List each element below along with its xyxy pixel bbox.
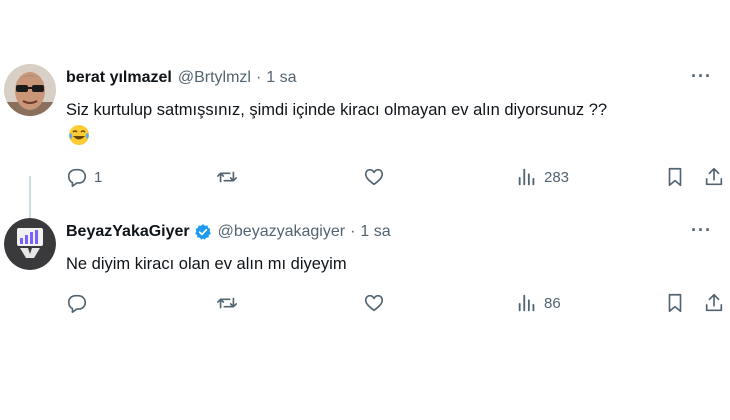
separator-dot: · bbox=[350, 223, 356, 240]
avatar-photo-icon bbox=[4, 64, 56, 116]
more-options-button[interactable]: ··· bbox=[691, 220, 712, 241]
tweet-actions: 1 283 bbox=[66, 166, 730, 192]
views-count: 86 bbox=[544, 294, 561, 312]
share-icon bbox=[705, 167, 723, 186]
reply-icon bbox=[67, 294, 87, 313]
retweet-button[interactable] bbox=[216, 166, 244, 188]
more-options-button[interactable]: ··· bbox=[691, 66, 712, 87]
avatar[interactable] bbox=[4, 218, 56, 270]
share-button[interactable] bbox=[703, 292, 725, 314]
share-icon bbox=[705, 293, 723, 312]
heart-icon bbox=[364, 168, 384, 186]
views-button[interactable]: 86 bbox=[516, 292, 561, 314]
tweet-header: BeyazYakaGiyer @beyazyakagiyer · 1 sa bbox=[66, 223, 391, 241]
tweet-text: Ne diyim kiracı olan ev alın mı diyeyim bbox=[66, 255, 347, 273]
bookmark-button[interactable] bbox=[664, 166, 686, 188]
tweet-text: Siz kurtulup satmışsınız, şimdi içinde k… bbox=[66, 101, 608, 119]
bookmark-button[interactable] bbox=[664, 292, 686, 314]
share-button[interactable] bbox=[703, 166, 725, 188]
retweet-icon bbox=[217, 297, 237, 309]
author-name[interactable]: BeyazYakaGiyer bbox=[66, 223, 190, 241]
reply-button[interactable]: 1 bbox=[66, 166, 102, 188]
views-chart-icon bbox=[518, 294, 535, 312]
retweet-icon bbox=[217, 171, 237, 183]
author-handle[interactable]: @Brtylmzl bbox=[178, 69, 251, 87]
views-chart-icon bbox=[518, 168, 535, 186]
views-count: 283 bbox=[544, 168, 570, 186]
author-name[interactable]: berat yılmazel bbox=[66, 69, 172, 87]
timestamp[interactable]: 1 sa bbox=[360, 223, 390, 241]
timestamp[interactable]: 1 sa bbox=[266, 69, 296, 87]
reply-button[interactable] bbox=[66, 292, 94, 314]
retweet-button[interactable] bbox=[216, 292, 244, 314]
like-button[interactable] bbox=[363, 166, 391, 188]
tweet-actions: 86 bbox=[66, 292, 730, 318]
views-button[interactable]: 283 bbox=[516, 166, 569, 188]
tweet-header: berat yılmazel @Brtylmzl · 1 sa bbox=[66, 69, 297, 87]
like-button[interactable] bbox=[363, 292, 391, 314]
author-handle[interactable]: @beyazyakagiyer bbox=[218, 223, 345, 241]
reply-icon bbox=[67, 168, 87, 187]
heart-icon bbox=[364, 294, 384, 312]
bookmark-icon bbox=[668, 167, 682, 187]
verified-badge-icon bbox=[194, 224, 211, 240]
tweet[interactable]: berat yılmazel @Brtylmzl · 1 sa ··· Siz … bbox=[0, 58, 730, 266]
tweet[interactable]: BeyazYakaGiyer @beyazyakagiyer · 1 sa ··… bbox=[0, 212, 730, 332]
avatar[interactable] bbox=[4, 64, 56, 116]
bookmark-icon bbox=[668, 293, 682, 313]
face-with-tears-of-joy-icon bbox=[69, 125, 89, 145]
avatar-logo-icon bbox=[4, 218, 56, 270]
reply-count: 1 bbox=[94, 168, 103, 186]
separator-dot: · bbox=[255, 69, 262, 86]
